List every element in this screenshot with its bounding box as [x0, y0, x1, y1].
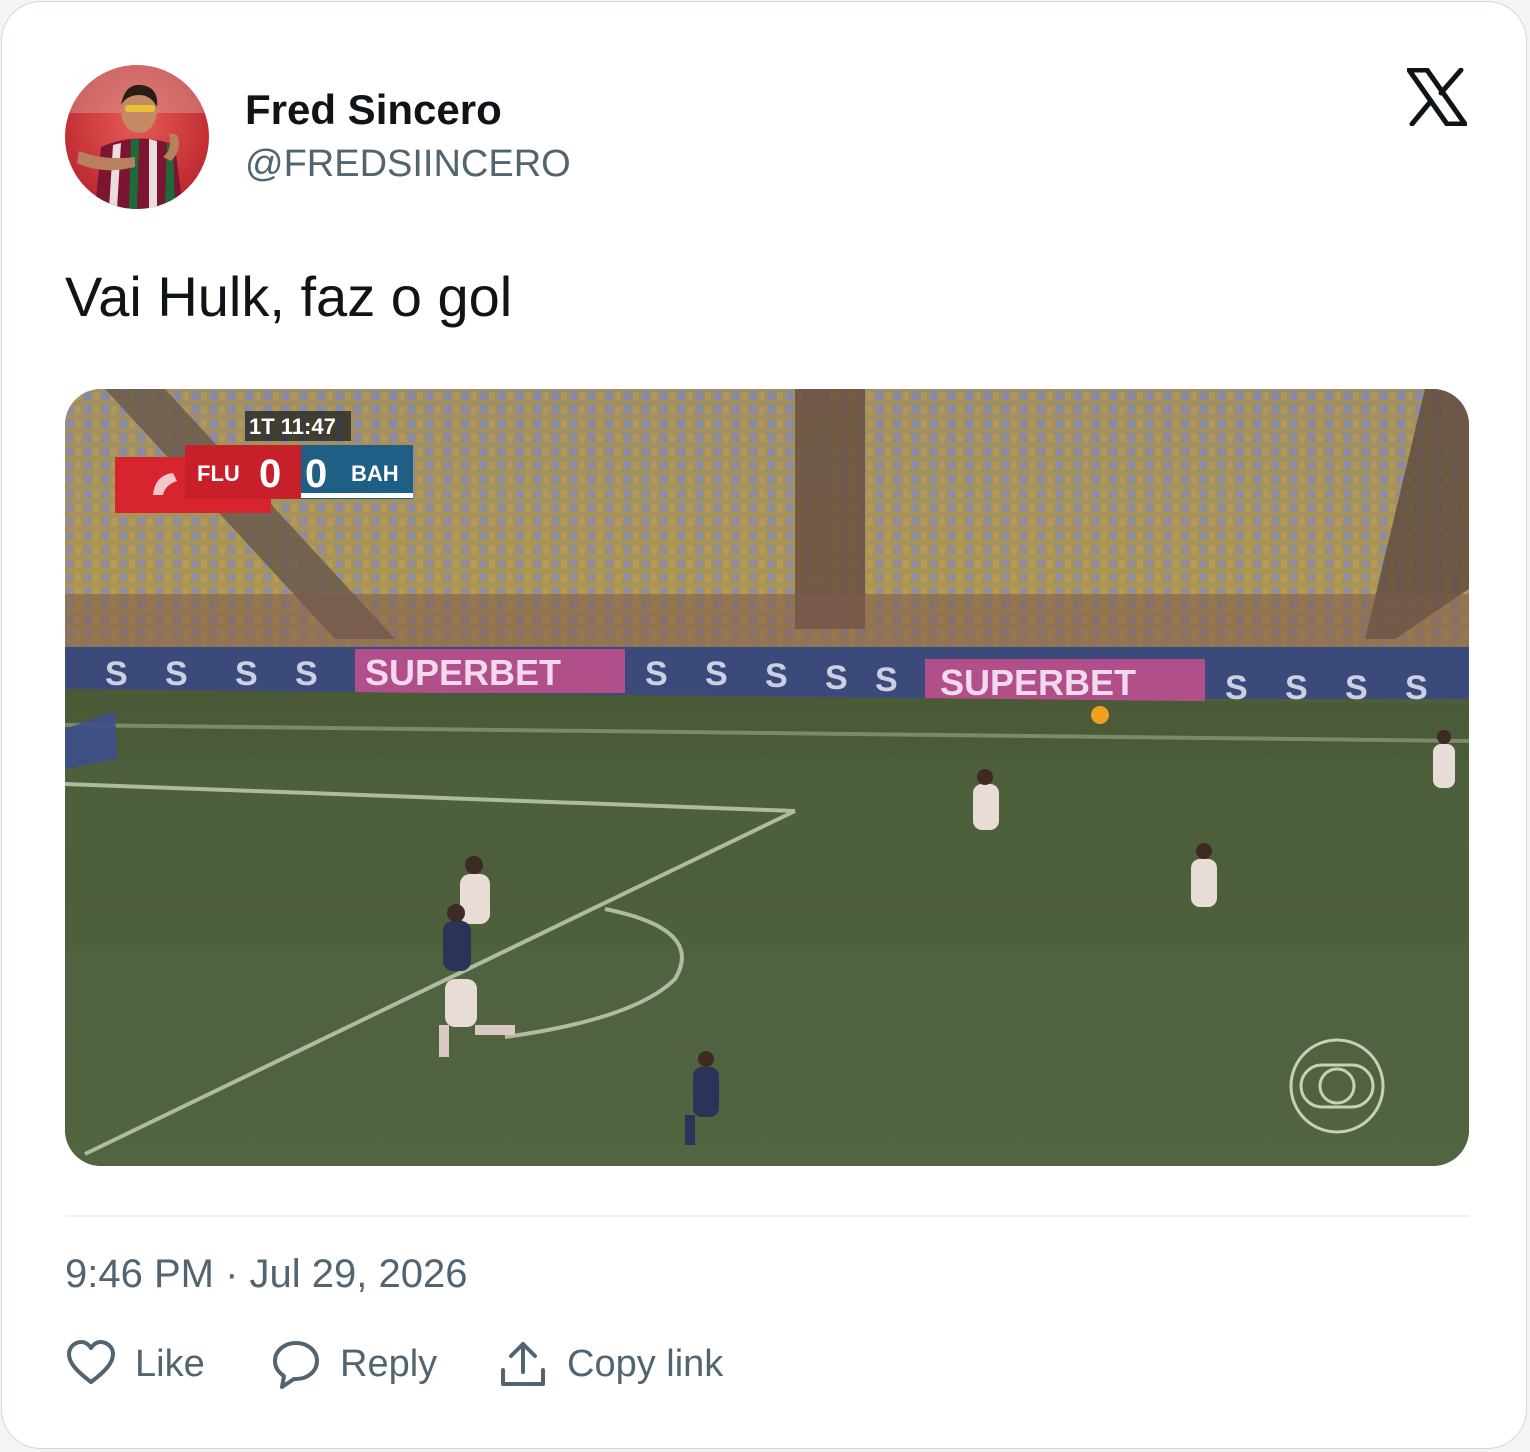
match-clock: 1T 11:47 — [249, 414, 336, 439]
author-avatar[interactable] — [65, 65, 209, 209]
ad-letter: S — [235, 655, 258, 693]
copy-link-button[interactable]: Copy link — [497, 1332, 723, 1396]
ad-letter: S — [765, 657, 788, 695]
ad-letter: S — [1285, 669, 1308, 707]
x-logo-icon[interactable] — [1406, 67, 1468, 127]
away-team: BAH — [351, 461, 399, 486]
avatar-image — [65, 65, 209, 209]
tweet-text: Vai Hulk, faz o gol — [65, 265, 513, 328]
tweet-timestamp[interactable]: 9:46 PM · Jul 29, 2026 — [65, 1250, 467, 1298]
ad-letter: S — [165, 655, 188, 693]
ad-letter: S — [1405, 669, 1428, 707]
ad-board-text-2: SUPERBET — [940, 662, 1136, 703]
ad-letter: S — [1225, 669, 1248, 707]
author-name[interactable]: Fred Sincero — [245, 86, 502, 134]
ad-letter: S — [705, 655, 728, 693]
divider — [65, 1215, 1469, 1217]
copy-link-label: Copy link — [567, 1342, 724, 1385]
ad-letter: S — [825, 659, 848, 697]
home-score: 0 — [259, 452, 281, 496]
ad-letter: S — [105, 655, 128, 693]
ad-letter: S — [875, 661, 898, 699]
home-team: FLU — [197, 461, 240, 486]
ad-board-text-1: SUPERBET — [365, 652, 561, 693]
speech-bubble-icon — [273, 1341, 319, 1389]
ad-letter: S — [645, 655, 668, 693]
tweet-card: Fred Sincero @FREDSIINCERO Vai Hulk, faz… — [1, 1, 1527, 1449]
heart-icon — [67, 1340, 115, 1384]
reply-button[interactable]: Reply — [270, 1332, 437, 1396]
like-button[interactable]: Like — [65, 1332, 205, 1396]
upload-arrow-icon — [501, 1342, 545, 1386]
reply-label: Reply — [340, 1342, 438, 1385]
ad-letter: S — [1345, 669, 1368, 707]
video-frame: SUPERBET SUPERBET S S S S S S S S S S S … — [65, 389, 1469, 1166]
author-handle[interactable]: @FREDSIINCERO — [245, 142, 571, 186]
ad-letter: S — [295, 655, 318, 693]
like-label: Like — [135, 1342, 205, 1385]
away-score: 0 — [305, 452, 327, 496]
video-player[interactable]: SUPERBET SUPERBET S S S S S S S S S S S … — [65, 389, 1469, 1166]
